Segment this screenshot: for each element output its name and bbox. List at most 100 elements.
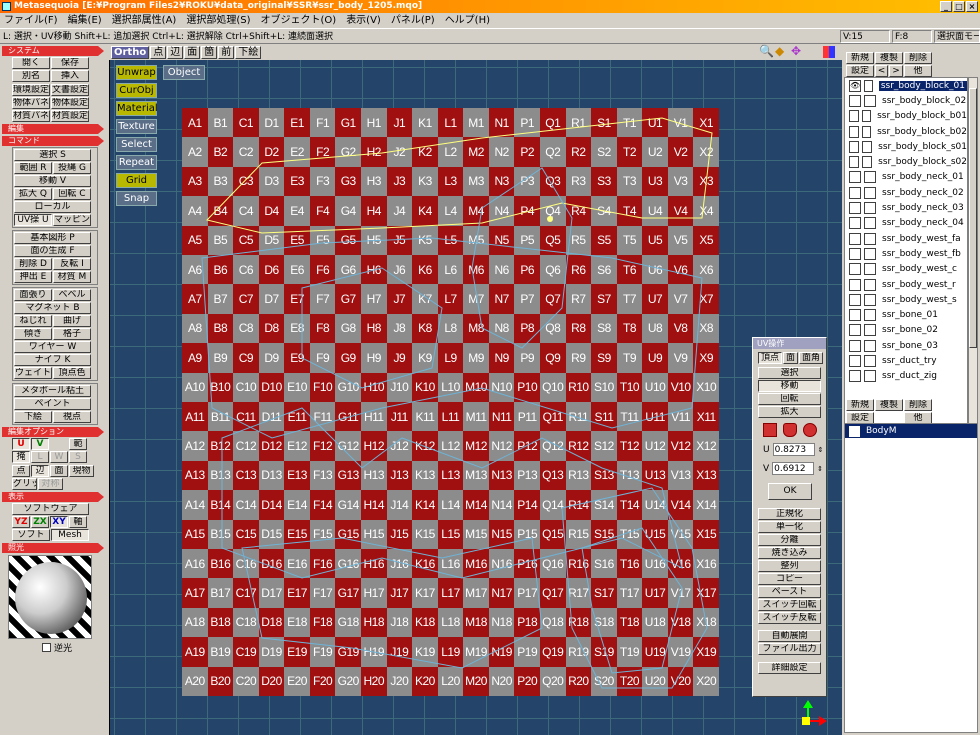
open-button[interactable]: 開く <box>12 57 50 69</box>
u-spinner-icon[interactable]: ⇕ <box>818 446 824 454</box>
face-fill-button[interactable]: 面張り <box>14 289 52 301</box>
object-mode-button[interactable]: Object <box>163 65 205 80</box>
lock-icon[interactable] <box>864 94 876 107</box>
object-list-item[interactable]: ssr_body_block_b02 <box>845 124 967 139</box>
uv-viewport[interactable]: Unwrap CurObj Material Texture Select Re… <box>109 60 842 735</box>
object-list-item[interactable]: ssr_body_west_c <box>845 262 967 277</box>
lock-icon[interactable] <box>864 79 873 92</box>
lock-icon[interactable] <box>864 202 876 215</box>
object-list-item[interactable]: ssr_body_neck_04 <box>845 216 967 231</box>
light-sphere-preview[interactable] <box>8 555 92 639</box>
object-panel-button[interactable]: 物体パネル <box>12 97 50 109</box>
software-render-button[interactable]: ソフトウェア <box>12 503 89 515</box>
plane-projection-icon[interactable] <box>763 423 777 437</box>
switch-flip-button[interactable]: スイッチ反転 <box>758 612 821 624</box>
visibility-icon[interactable] <box>849 125 859 138</box>
object-settings-button[interactable]: 物体設定 <box>51 97 89 109</box>
selected-uv-vertex[interactable] <box>547 216 553 222</box>
metaball-button[interactable]: メタボール粘土 <box>14 385 91 397</box>
soft-toggle[interactable]: ソフト <box>12 529 50 541</box>
copy-button[interactable]: コピー <box>758 573 821 585</box>
auto-unwrap-button[interactable]: 自動展開 <box>758 630 821 642</box>
visibility-icon[interactable] <box>849 156 860 169</box>
material-delete-button[interactable]: 削除 <box>904 399 932 411</box>
menu-edit[interactable]: 編集(E) <box>68 13 102 28</box>
uv-mode-vertex[interactable]: 頂点 <box>758 352 783 364</box>
visibility-icon[interactable] <box>849 202 861 215</box>
material-new-button[interactable]: 新規 <box>846 399 874 411</box>
lock-icon[interactable] <box>864 309 876 322</box>
option-u-toggle[interactable]: U <box>12 438 30 450</box>
view-yz-button[interactable]: YZ <box>12 516 30 528</box>
underlay-toggle[interactable]: 下絵 <box>235 45 262 59</box>
visibility-icon[interactable] <box>849 217 861 230</box>
visibility-icon[interactable] <box>849 293 861 306</box>
scale-tool-button[interactable]: 拡大 Q <box>14 188 52 200</box>
material-duplicate-button[interactable]: 複製 <box>875 399 903 411</box>
option-s-toggle[interactable]: S <box>69 451 87 463</box>
lock-icon[interactable] <box>864 354 876 367</box>
object-new-button[interactable]: 新規 <box>846 52 874 64</box>
paste-button[interactable]: ペースト <box>758 586 821 598</box>
grid-toggle[interactable]: Grid <box>116 173 157 188</box>
object-list-item[interactable]: ssr_duct_zig <box>845 369 967 384</box>
face-create-button[interactable]: 面の生成 F <box>14 245 91 257</box>
object-list-item[interactable]: ssr_body_neck_02 <box>845 185 967 200</box>
option-edge-toggle[interactable]: 辺 <box>31 465 49 477</box>
front-toggle[interactable]: 前 <box>218 45 235 59</box>
object-delete-button[interactable]: 削除 <box>904 52 932 64</box>
u-value-input[interactable] <box>772 443 815 456</box>
uv-mode-face-corner[interactable]: 面角 <box>799 352 824 364</box>
object-list-item[interactable]: ssr_body_block_s01 <box>845 139 967 154</box>
object-list-item[interactable]: ssr_body_block_b01 <box>845 109 967 124</box>
option-v-toggle[interactable]: V <box>31 438 49 450</box>
lock-icon[interactable] <box>864 232 876 245</box>
view-zx-button[interactable]: ZX <box>31 516 49 528</box>
v-spinner-icon[interactable]: ⇕ <box>817 465 823 473</box>
save-as-button[interactable]: 別名 <box>12 70 50 82</box>
layout-icon[interactable] <box>823 46 835 58</box>
material-tool-button[interactable]: 材質 M <box>53 271 91 283</box>
visibility-icon[interactable] <box>849 324 861 337</box>
lock-icon[interactable] <box>862 140 873 153</box>
lock-icon[interactable] <box>864 278 876 291</box>
edge-display-toggle[interactable]: 辺 <box>167 45 184 59</box>
visibility-icon[interactable] <box>849 110 859 123</box>
cylinder-projection-icon[interactable] <box>783 423 797 437</box>
object-list-item[interactable]: ssr_body_west_s <box>845 292 967 307</box>
maximize-button[interactable]: □ <box>953 1 965 12</box>
lock-icon[interactable] <box>864 263 876 276</box>
lock-icon[interactable] <box>861 125 872 138</box>
lock-icon[interactable] <box>864 186 876 199</box>
visibility-icon[interactable] <box>849 247 861 260</box>
primitive-button[interactable]: 基本図形 P <box>14 232 91 244</box>
ortho-toggle[interactable]: Ortho <box>111 45 150 59</box>
visibility-icon[interactable] <box>849 186 861 199</box>
ok-button[interactable]: OK <box>768 483 812 500</box>
visibility-icon[interactable] <box>849 354 861 367</box>
zoom-icon[interactable]: 🔍 <box>759 45 774 58</box>
material-item[interactable]: BodyM <box>845 424 977 438</box>
visibility-icon[interactable] <box>849 140 860 153</box>
option-face-toggle[interactable]: 面 <box>50 465 68 477</box>
option-symmetry-button[interactable]: 対称 <box>38 478 63 490</box>
flip-button[interactable]: 反転 I <box>53 258 91 270</box>
menu-selection-proc[interactable]: 選択部処理(S) <box>186 13 250 28</box>
object-list-item[interactable]: ssr_bone_02 <box>845 323 967 338</box>
visibility-icon[interactable] <box>849 278 861 291</box>
lock-icon[interactable] <box>864 217 876 230</box>
option-range-toggle[interactable]: 範 <box>69 438 87 450</box>
insert-button[interactable]: 挿入 <box>51 70 89 82</box>
visibility-icon[interactable] <box>849 263 861 276</box>
knife-button[interactable]: ナイフ K <box>14 354 91 366</box>
object-list-item[interactable]: 👁 ssr_body_block_01 <box>845 78 967 93</box>
repeat-toggle[interactable]: Repeat <box>116 155 157 170</box>
view-xy-button[interactable]: XY <box>50 516 68 528</box>
option-point-toggle[interactable]: 点 <box>12 465 30 477</box>
uv-tool-button[interactable]: UV操 U <box>14 214 52 226</box>
uv-scale-button[interactable]: 拡大 <box>758 406 821 418</box>
face-display-toggle[interactable]: 面 <box>184 45 201 59</box>
magnet-button[interactable]: マグネット B <box>14 302 91 314</box>
object-list-item[interactable]: ssr_bone_03 <box>845 338 967 353</box>
doc-settings-button[interactable]: 文書設定 <box>51 84 89 96</box>
